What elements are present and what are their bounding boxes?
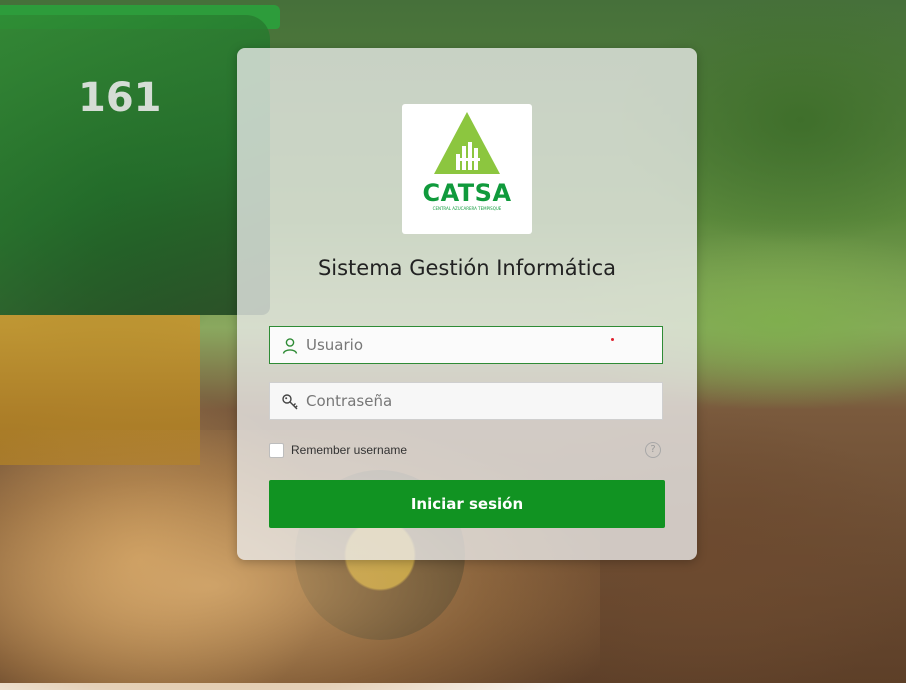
page-title: Sistema Gestión Informática — [317, 256, 617, 280]
remember-username[interactable]: Remember username — [269, 441, 407, 459]
tractor-cab — [0, 15, 270, 315]
user-icon — [282, 338, 298, 354]
remember-checkbox[interactable] — [269, 442, 284, 458]
remember-label: Remember username — [291, 443, 408, 457]
username-input[interactable] — [306, 327, 646, 363]
logo-tagline: CENTRAL AZUCARERA TEMPISQUE — [432, 206, 502, 211]
logo-text: CATSA — [422, 179, 512, 207]
password-input[interactable] — [306, 383, 646, 419]
help-icon[interactable]: ? — [645, 442, 661, 458]
catsa-logo: CATSA CENTRAL AZUCARERA TEMPISQUE — [402, 104, 532, 234]
validation-dot — [611, 338, 614, 341]
password-field[interactable] — [269, 382, 663, 420]
username-field[interactable] — [269, 326, 663, 364]
logo-triangle-icon — [434, 112, 500, 174]
login-button[interactable]: Iniciar sesión — [269, 480, 665, 528]
tractor-number: 161 — [78, 75, 162, 121]
key-icon — [282, 394, 298, 410]
login-card: CATSA CENTRAL AZUCARERA TEMPISQUE Sistem… — [237, 48, 697, 560]
